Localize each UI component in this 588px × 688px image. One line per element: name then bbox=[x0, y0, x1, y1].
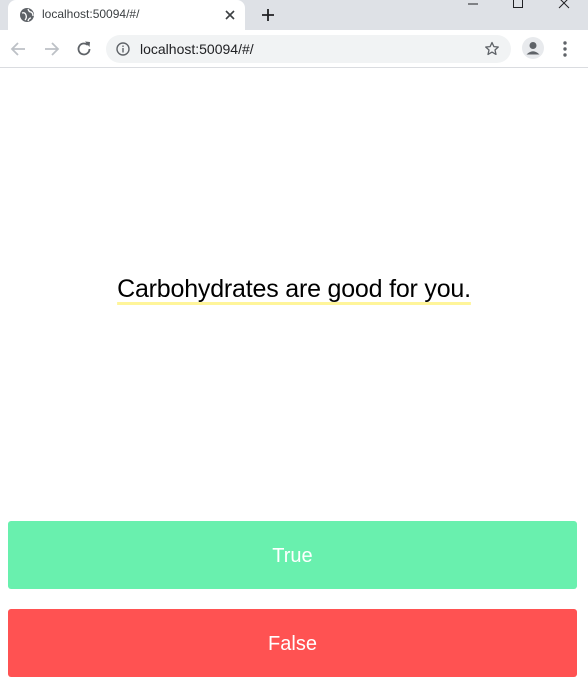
info-icon[interactable] bbox=[116, 42, 130, 56]
statement-container: Carbohydrates are good for you. bbox=[0, 272, 588, 306]
back-arrow-icon[interactable] bbox=[9, 39, 29, 59]
minimize-icon[interactable] bbox=[450, 0, 496, 16]
browser-tab[interactable]: localhost:50094/#/ bbox=[8, 0, 245, 30]
reload-icon[interactable] bbox=[74, 39, 94, 59]
forward-arrow-icon[interactable] bbox=[41, 39, 61, 59]
browser-toolbar: localhost:50094/#/ bbox=[0, 30, 588, 68]
more-menu-icon[interactable] bbox=[560, 39, 570, 59]
quiz-statement: Carbohydrates are good for you. bbox=[117, 275, 471, 303]
window-close-icon[interactable] bbox=[541, 0, 587, 16]
new-tab-plus-icon[interactable] bbox=[257, 4, 279, 26]
tab-title: localhost:50094/#/ bbox=[42, 7, 140, 21]
url-text: localhost:50094/#/ bbox=[140, 41, 254, 57]
false-button[interactable]: False bbox=[8, 609, 577, 677]
tab-strip: localhost:50094/#/ bbox=[0, 0, 588, 30]
true-button[interactable]: True bbox=[8, 521, 577, 589]
person-icon bbox=[526, 42, 540, 55]
bookmark-star-icon[interactable] bbox=[484, 41, 500, 57]
address-bar[interactable]: localhost:50094/#/ bbox=[106, 35, 511, 63]
globe-icon bbox=[20, 8, 34, 22]
close-icon[interactable] bbox=[222, 7, 238, 23]
profile-avatar[interactable] bbox=[522, 37, 544, 59]
browser-window: localhost:50094/#/ localhost:50094/#/ Ca… bbox=[0, 0, 588, 688]
maximize-icon[interactable] bbox=[495, 0, 541, 16]
